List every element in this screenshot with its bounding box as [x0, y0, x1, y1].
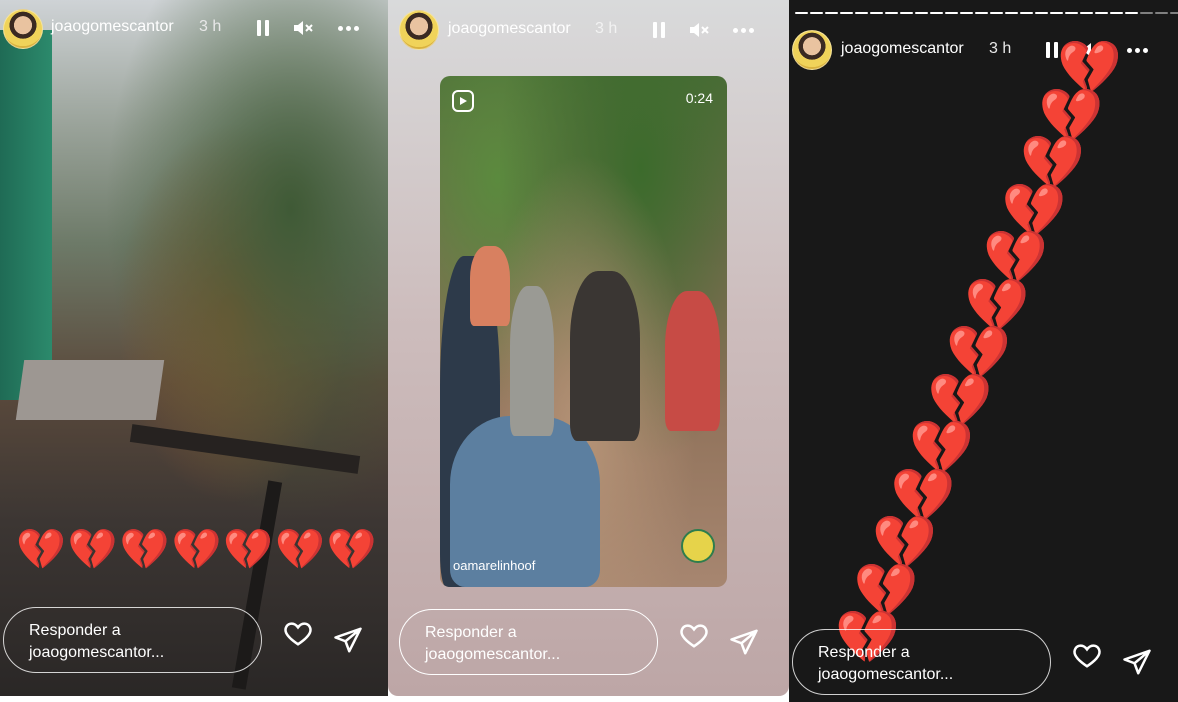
mute-button[interactable]: [291, 16, 315, 40]
username[interactable]: joaogomescantor: [51, 18, 174, 36]
pause-icon: [653, 22, 665, 38]
scene-wall: [0, 30, 52, 400]
more-options-button[interactable]: [1125, 38, 1149, 62]
scene-table: [15, 360, 165, 420]
send-button[interactable]: [729, 627, 759, 657]
story-panel-1[interactable]: joaogomescantor 3 h 💔 💔 💔 💔 💔 💔 💔 Responder a …: [0, 0, 388, 696]
shared-reel-card[interactable]: 0:24 oamarelinhoof: [440, 76, 727, 587]
broken-heart-emoji: 💔: [223, 528, 274, 572]
username[interactable]: joaogomescantor: [448, 20, 571, 38]
avatar[interactable]: [792, 30, 832, 70]
reply-placeholder-line2: joaogomescantor...: [425, 646, 561, 663]
more-options-button[interactable]: [731, 18, 755, 42]
broken-heart-emoji: 💔: [16, 528, 66, 572]
speaker-muted-icon: [690, 23, 709, 37]
story-panel-3[interactable]: joaogomescantor 3 h 💔 💔 💔 💔 💔 💔 💔 💔 💔 💔 💔 💔 💔 Respon…: [789, 0, 1178, 702]
send-button[interactable]: [1122, 647, 1152, 677]
avatar[interactable]: [399, 10, 439, 50]
reels-icon: [452, 90, 474, 112]
heart-outline-icon: [1073, 644, 1101, 668]
reply-input[interactable]: Responder a joaogomescantor...: [399, 609, 658, 675]
paper-plane-icon: [334, 627, 362, 653]
like-button[interactable]: [679, 620, 709, 650]
pause-button[interactable]: [251, 16, 275, 40]
more-options-button[interactable]: [336, 16, 360, 40]
video-duration: 0:24: [685, 90, 713, 106]
pause-button[interactable]: [647, 18, 671, 42]
story-panel-2[interactable]: joaogomescantor 3 h 0:24 oamarelinhoof R…: [388, 0, 789, 696]
more-options-icon: [337, 25, 359, 31]
paper-plane-icon: [730, 629, 758, 655]
reply-input[interactable]: Responder a joaogomescantor...: [792, 629, 1051, 695]
reply-placeholder-line2: joaogomescantor...: [29, 644, 165, 661]
scene-person: [470, 246, 510, 326]
heart-outline-icon: [284, 622, 312, 646]
scene-person: [570, 271, 640, 441]
send-button[interactable]: [333, 625, 363, 655]
reply-placeholder-line1: Responder a: [818, 644, 910, 661]
more-options-icon: [1126, 47, 1148, 53]
post-time: 3 h: [989, 40, 1012, 57]
famosos-badge-logo: [681, 529, 715, 563]
broken-heart-emoji: 💔: [275, 528, 325, 572]
story-header: joaogomescantor 3 h: [388, 0, 789, 56]
speaker-muted-icon: [294, 21, 313, 35]
paper-plane-icon: [1123, 649, 1151, 675]
video-watermark: oamarelinhoof: [453, 558, 536, 573]
more-options-icon: [732, 27, 754, 33]
story-header: joaogomescantor 3 h: [0, 0, 388, 56]
avatar[interactable]: [3, 9, 43, 49]
broken-heart-emoji: 💔: [326, 528, 377, 572]
like-button[interactable]: [283, 618, 313, 648]
pause-icon: [257, 20, 269, 36]
heart-outline-icon: [680, 624, 708, 648]
post-time: 3 h: [595, 20, 618, 37]
mute-button[interactable]: [687, 18, 711, 42]
broken-heart-emoji: 💔: [171, 528, 222, 572]
broken-heart-emoji: 💔: [119, 528, 170, 572]
username[interactable]: joaogomescantor: [841, 40, 964, 58]
scene-person: [665, 291, 720, 431]
like-button[interactable]: [1072, 640, 1102, 670]
broken-heart-emoji: 💔: [67, 528, 118, 572]
reply-placeholder-line2: joaogomescantor...: [818, 666, 954, 683]
reply-placeholder-line1: Responder a: [29, 622, 121, 639]
reply-placeholder-line1: Responder a: [425, 624, 517, 641]
reply-input[interactable]: Responder a joaogomescantor...: [3, 607, 262, 673]
scene-plank: [129, 424, 361, 474]
post-time: 3 h: [199, 18, 222, 35]
scene-person: [510, 286, 554, 436]
broken-hearts-row: 💔 💔 💔 💔 💔 💔 💔: [16, 528, 377, 572]
